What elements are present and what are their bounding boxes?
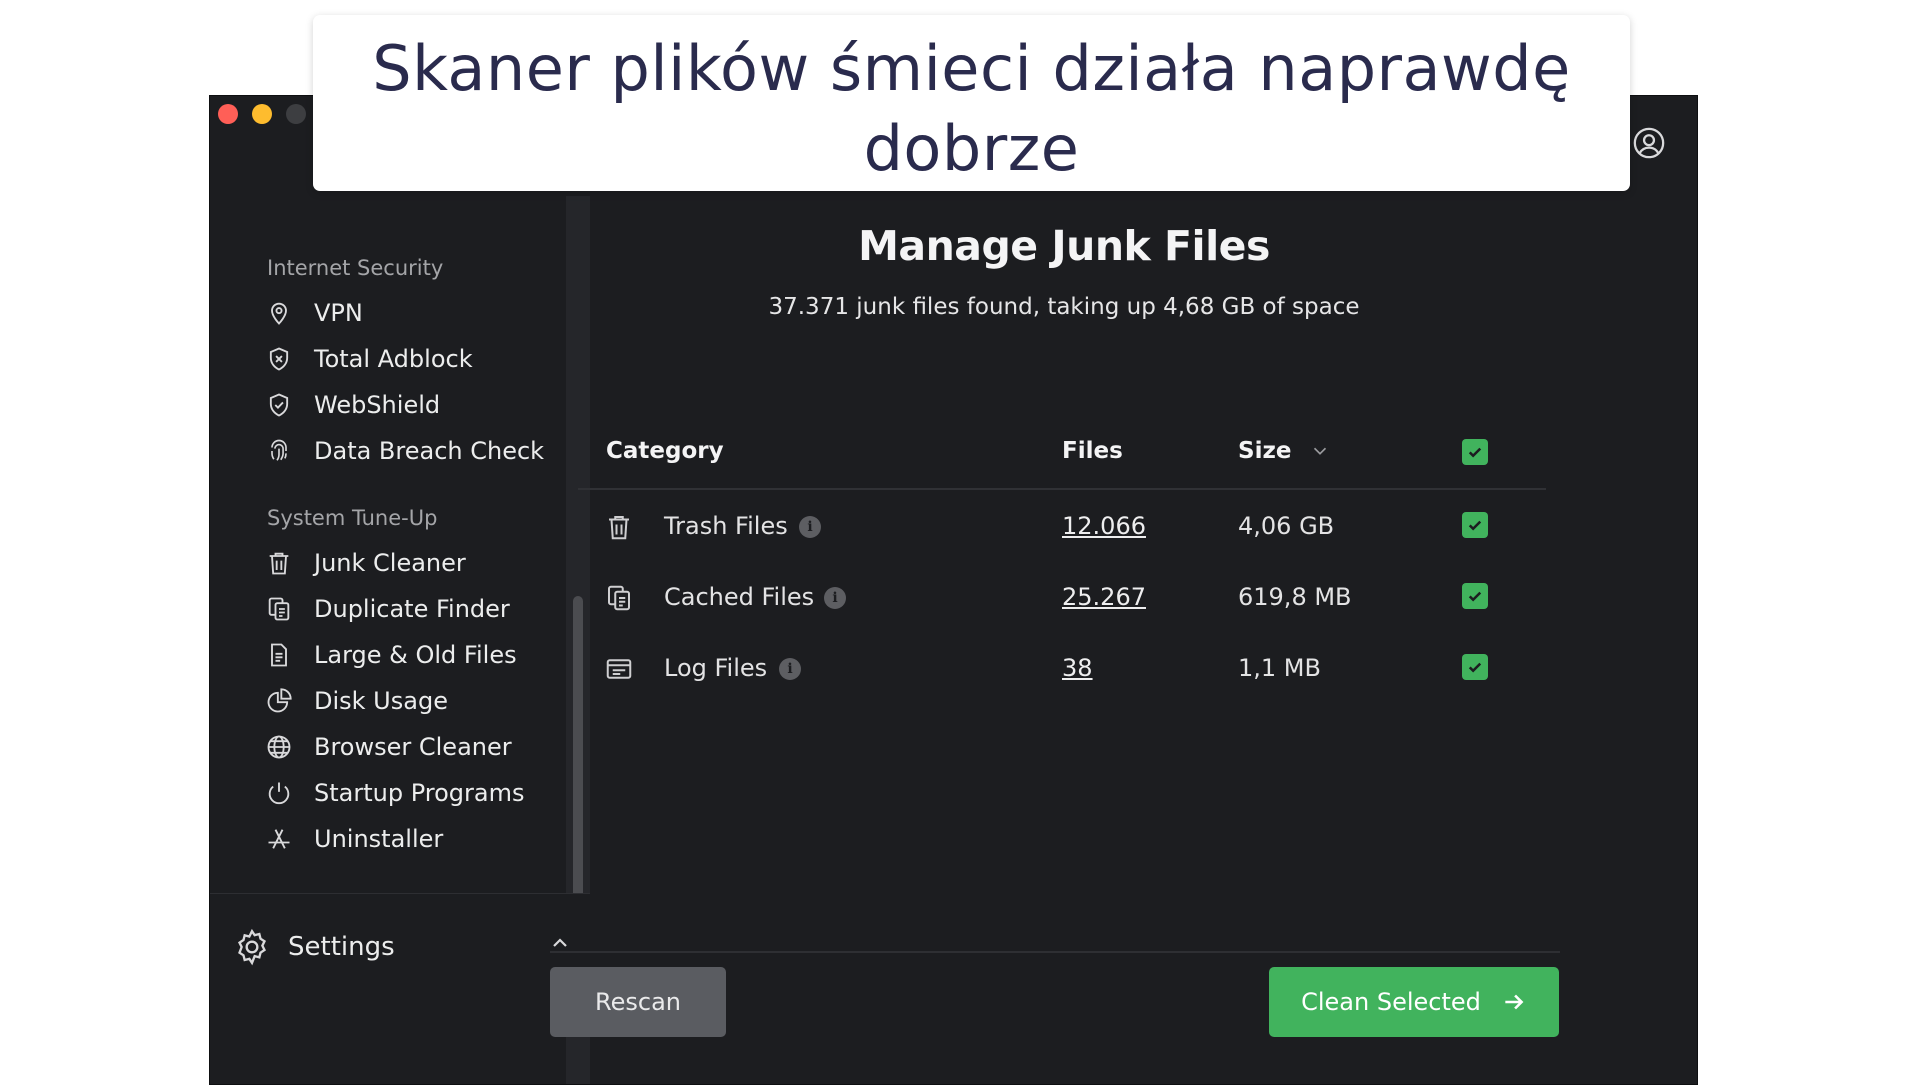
sidebar-item-label: Large & Old Files: [314, 641, 517, 669]
column-header-category: Category: [606, 438, 724, 464]
gear-icon: [237, 928, 267, 966]
select-all-checkbox[interactable]: [1462, 439, 1488, 465]
chevron-down-icon: [1314, 447, 1327, 455]
row-category-label: Trash Files: [664, 512, 788, 540]
power-icon: [264, 778, 294, 808]
info-icon[interactable]: i: [824, 587, 846, 609]
clean-selected-label: Clean Selected: [1301, 988, 1481, 1016]
zoom-window-button[interactable]: [286, 104, 306, 124]
settings-button[interactable]: Settings: [232, 927, 395, 967]
column-header-size-label: Size: [1238, 438, 1292, 464]
sidebar-item-label: Duplicate Finder: [314, 595, 510, 623]
table-row: Cached Files i 25.267 619,8 MB: [578, 561, 1546, 632]
account-icon[interactable]: [1632, 126, 1666, 160]
cached-files-icon: [608, 585, 630, 611]
sidebar-item-label: Browser Cleaner: [314, 733, 512, 761]
junk-summary: 37.371 junk files found, taking up 4,68 …: [768, 294, 1360, 320]
pie-chart-icon: [264, 686, 294, 716]
sidebar-item-junk-cleaner[interactable]: Junk Cleaner: [264, 543, 466, 583]
trash-icon: [609, 516, 629, 540]
row-size: 619,8 MB: [1238, 583, 1352, 611]
sidebar-item-total-adblock[interactable]: Total Adblock: [264, 339, 473, 379]
row-checkbox[interactable]: [1462, 654, 1488, 680]
table-row: Trash Files i 12.066 4,06 GB: [578, 490, 1546, 561]
minimize-window-button[interactable]: [252, 104, 272, 124]
settings-label: Settings: [288, 932, 395, 962]
caption-line-1: Skaner plików śmieci działa naprawdę: [372, 32, 1571, 105]
caption-line-2: dobrze: [863, 112, 1080, 185]
globe-icon: [264, 732, 294, 762]
caption-banner: Skaner plików śmieci działa naprawdę dob…: [313, 15, 1630, 191]
close-window-button[interactable]: [218, 104, 238, 124]
sidebar-item-label: Uninstaller: [314, 825, 444, 853]
row-size: 4,06 GB: [1238, 512, 1335, 540]
sidebar-item-label: Startup Programs: [314, 779, 525, 807]
sidebar-item-vpn[interactable]: VPN: [264, 293, 363, 333]
junk-files-table: Category Files Size Trash Files i 12.066…: [578, 418, 1546, 703]
sidebar-item-startup-programs[interactable]: Startup Programs: [264, 773, 524, 813]
rescan-button[interactable]: Rescan: [550, 967, 726, 1037]
info-icon[interactable]: i: [779, 658, 801, 680]
info-icon[interactable]: i: [799, 516, 821, 538]
sidebar-item-webshield[interactable]: WebShield: [264, 385, 440, 425]
location-pin-icon: [264, 298, 294, 328]
page-title: Manage Junk Files: [858, 222, 1270, 270]
sidebar-item-browser-cleaner[interactable]: Browser Cleaner: [264, 727, 512, 767]
row-checkbox[interactable]: [1462, 583, 1488, 609]
main-panel: Manage Junk Files 37.371 junk files foun…: [510, 156, 1618, 1046]
sidebar-item-large-old-files[interactable]: Large & Old Files: [264, 635, 517, 675]
row-files-link[interactable]: 25.267: [1062, 583, 1146, 611]
duplicate-icon: [264, 594, 294, 624]
document-icon: [264, 640, 294, 670]
fingerprint-icon: [264, 436, 294, 466]
shield-check-icon: [264, 390, 294, 420]
column-header-size[interactable]: Size: [1238, 438, 1331, 464]
app-store-icon: [264, 824, 294, 854]
row-category-label: Cached Files: [664, 583, 815, 611]
window-controls: [218, 104, 306, 124]
clean-selected-button[interactable]: Clean Selected: [1269, 967, 1559, 1037]
sidebar-item-label: VPN: [314, 299, 363, 327]
column-header-files: Files: [1062, 438, 1123, 464]
section-title-system-tune-up: System Tune-Up: [267, 506, 438, 530]
trash-icon: [264, 548, 294, 578]
row-files-link[interactable]: 38: [1062, 654, 1093, 682]
row-size: 1,1 MB: [1238, 654, 1321, 682]
shield-x-icon: [264, 344, 294, 374]
arrow-right-icon: [1505, 994, 1524, 1010]
sidebar-item-disk-usage[interactable]: Disk Usage: [264, 681, 448, 721]
row-category-label: Log Files: [664, 654, 768, 682]
sidebar-item-label: WebShield: [314, 391, 441, 419]
table-header: Category Files Size: [578, 418, 1546, 490]
sidebar-item-label: Disk Usage: [314, 687, 448, 715]
row-files-link[interactable]: 12.066: [1062, 512, 1146, 540]
sidebar-item-label: Total Adblock: [314, 345, 473, 373]
sidebar-item-uninstaller[interactable]: Uninstaller: [264, 819, 443, 859]
sidebar-item-duplicate-finder[interactable]: Duplicate Finder: [264, 589, 510, 629]
log-file-icon: [606, 659, 632, 679]
table-row: Log Files i 38 1,1 MB: [578, 632, 1546, 703]
row-checkbox[interactable]: [1462, 512, 1488, 538]
sidebar-item-data-breach-check[interactable]: Data Breach Check: [264, 431, 544, 471]
app-window: Internet Security VPN Total Adblock WebS…: [209, 95, 1698, 1085]
sidebar-item-label: Junk Cleaner: [314, 549, 466, 577]
footer-divider: [550, 951, 1560, 953]
section-title-internet-security: Internet Security: [267, 256, 444, 280]
